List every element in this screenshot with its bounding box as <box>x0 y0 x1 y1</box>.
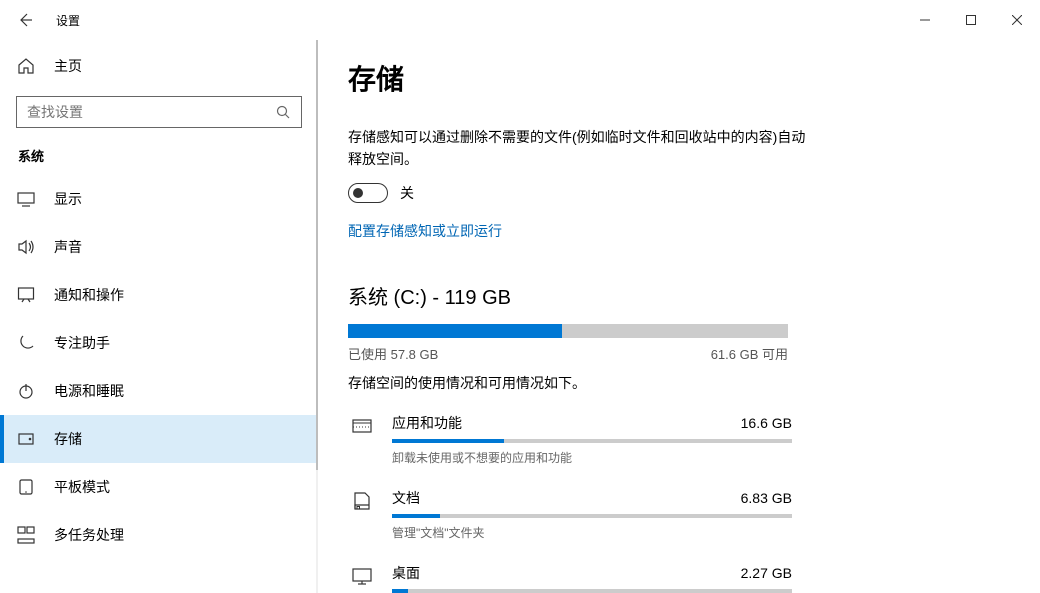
sidebar-section-title: 系统 <box>0 146 318 175</box>
category-bar <box>392 439 792 443</box>
home-icon <box>17 57 35 75</box>
sidebar-item-label: 通知和操作 <box>54 285 124 305</box>
apps-icon <box>348 413 376 437</box>
sidebar-scrollbar[interactable] <box>316 40 318 593</box>
maximize-button[interactable] <box>948 4 994 36</box>
titlebar: 设置 <box>0 0 1040 40</box>
sidebar-item-5[interactable]: 存储 <box>0 415 318 463</box>
sidebar-item-7[interactable]: 多任务处理 <box>0 511 318 559</box>
category-row-0[interactable]: 应用和功能 16.6 GB 卸载未使用或不想要的应用和功能 <box>348 413 988 466</box>
documents-icon <box>348 488 376 512</box>
sidebar-home[interactable]: 主页 <box>0 48 318 84</box>
window-title: 设置 <box>56 12 80 29</box>
category-size: 16.6 GB <box>741 415 792 431</box>
category-name: 应用和功能 <box>392 413 462 433</box>
tablet-icon <box>16 478 36 496</box>
page-title: 存储 <box>348 58 988 98</box>
maximize-icon <box>966 15 976 25</box>
focus-assist-icon <box>16 334 36 352</box>
drive-usage-meta: 已使用 57.8 GB 61.6 GB 可用 <box>348 344 788 363</box>
category-bar <box>392 514 792 518</box>
sidebar-item-label: 多任务处理 <box>54 525 124 545</box>
configure-storage-sense-link[interactable]: 配置存储感知或立即运行 <box>348 221 502 241</box>
search-input[interactable] <box>27 104 275 120</box>
multitask-icon <box>16 526 36 544</box>
sidebar-item-3[interactable]: 专注助手 <box>0 319 318 367</box>
sidebar-item-1[interactable]: 声音 <box>0 223 318 271</box>
arrow-left-icon <box>17 12 33 28</box>
storage-sense-desc: 存储感知可以通过删除不需要的文件(例如临时文件和回收站中的内容)自动释放空间。 <box>348 126 808 171</box>
sidebar-item-6[interactable]: 平板模式 <box>0 463 318 511</box>
sidebar-item-label: 电源和睡眠 <box>54 381 124 401</box>
minimize-icon <box>920 15 930 25</box>
sidebar-item-label: 声音 <box>54 237 82 257</box>
drive-free-text: 61.6 GB 可用 <box>711 344 788 363</box>
category-row-2[interactable]: 桌面2.27 GB管理"桌面"文件夹 <box>348 563 988 593</box>
sidebar-item-label: 专注助手 <box>54 333 110 353</box>
sidebar-item-label: 平板模式 <box>54 477 110 497</box>
display-icon <box>16 190 36 208</box>
sidebar-item-label: 显示 <box>54 189 82 209</box>
drive-title: 系统 (C:) - 119 GB <box>348 281 988 310</box>
main-panel: 存储 存储感知可以通过删除不需要的文件(例如临时文件和回收站中的内容)自动释放空… <box>318 40 1040 593</box>
drive-used-text: 已使用 57.8 GB <box>348 344 438 363</box>
usage-desc: 存储空间的使用情况和可用情况如下。 <box>348 373 988 393</box>
sidebar-item-2[interactable]: 通知和操作 <box>0 271 318 319</box>
window-controls <box>902 4 1040 36</box>
search-icon <box>276 105 290 119</box>
close-button[interactable] <box>994 4 1040 36</box>
power-icon <box>16 382 36 400</box>
sidebar-item-label: 存储 <box>54 429 82 449</box>
category-size: 6.83 GB <box>741 490 792 506</box>
storage-sense-toggle-label: 关 <box>400 183 414 203</box>
category-row-1[interactable]: 文档 6.83 GB 管理"文档"文件夹 <box>348 488 988 541</box>
sidebar: 主页 系统 显示声音通知和操作专注助手电源和睡眠存储平板模式多任务处理 <box>0 40 318 593</box>
close-icon <box>1012 15 1022 25</box>
sidebar-item-0[interactable]: 显示 <box>0 175 318 223</box>
search-box[interactable] <box>16 96 302 128</box>
desktop-icon <box>348 563 376 587</box>
category-bar <box>392 589 792 593</box>
storage-icon <box>16 430 36 448</box>
sidebar-home-label: 主页 <box>54 56 82 76</box>
minimize-button[interactable] <box>902 4 948 36</box>
category-name: 文档 <box>392 488 420 508</box>
drive-usage-bar <box>348 324 788 338</box>
storage-sense-toggle[interactable] <box>348 183 388 203</box>
notification-icon <box>16 286 36 304</box>
category-size: 2.27 GB <box>741 565 792 581</box>
category-name: 桌面 <box>392 563 420 583</box>
storage-sense-toggle-row: 关 <box>348 183 988 203</box>
category-hint: 卸载未使用或不想要的应用和功能 <box>392 449 792 466</box>
sound-icon <box>16 238 36 256</box>
category-hint: 管理"文档"文件夹 <box>392 524 792 541</box>
back-button[interactable] <box>4 0 46 40</box>
sidebar-item-4[interactable]: 电源和睡眠 <box>0 367 318 415</box>
